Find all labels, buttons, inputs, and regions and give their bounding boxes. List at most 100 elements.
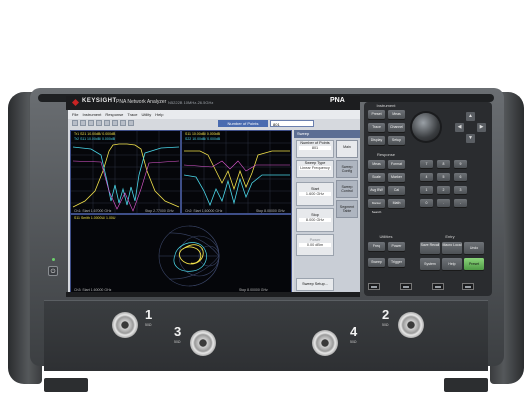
key-setup[interactable]: Setup [388, 136, 405, 145]
arrow-up-icon[interactable]: ▲ [466, 112, 475, 121]
key-marker[interactable]: Marker [388, 173, 405, 182]
key-undo[interactable]: Undo [464, 242, 484, 254]
key-meas[interactable]: Meas [368, 160, 385, 169]
arrow-down-icon[interactable]: ▼ [466, 134, 475, 143]
key-scale[interactable]: Scale [368, 173, 385, 182]
tool-button[interactable] [80, 120, 86, 126]
usb-port[interactable] [432, 283, 444, 290]
group-instrument: Instrument [376, 103, 396, 108]
arrow-left-icon[interactable]: ◀ [455, 123, 464, 132]
softkey-stop[interactable]: Stop 8.000 GHz [296, 208, 334, 232]
key-preset[interactable]: Preset [368, 110, 385, 119]
tool-button[interactable] [96, 120, 102, 126]
port-3-label: 3 [174, 324, 182, 339]
softkey-sweep-type[interactable]: Sweep Type Linear Frequency [296, 160, 334, 178]
key-marker-search[interactable]: Marker Search [368, 199, 385, 214]
key-4[interactable]: 4 [420, 173, 433, 181]
menu-instrument[interactable]: Instrument [82, 112, 101, 117]
menu-response[interactable]: Response [105, 112, 123, 117]
key-format[interactable]: Format [388, 160, 405, 169]
port-1-impedance: 50Ω [145, 323, 152, 327]
key-7[interactable]: 7 [420, 160, 433, 168]
tool-button[interactable] [72, 120, 78, 126]
key-3[interactable]: 3 [454, 186, 467, 194]
key-meas-inst[interactable]: Meas [388, 110, 405, 119]
port-2-impedance: 50Ω [382, 323, 389, 327]
tab-sweep-config[interactable]: Sweep Config [336, 160, 358, 178]
touch-screen[interactable]: File Instrument Response Trace Utility H… [68, 110, 360, 293]
model-number: N5222B 10MHz-26.5GHz [168, 100, 214, 105]
key-display[interactable]: Display [368, 136, 385, 145]
pane3-trace-label[interactable]: S11 Smith 1.0000U/ 1.00U [74, 216, 115, 220]
pane1-graph [71, 131, 180, 213]
pane2-trace-label-2[interactable]: S22 10.00dB/ 0.000dB [185, 137, 220, 141]
key-trigger[interactable]: Trigger [388, 258, 405, 267]
tool-button[interactable] [104, 120, 110, 126]
key-math[interactable]: Math [388, 199, 405, 208]
test-port-3-connector[interactable] [190, 330, 216, 356]
test-port-2-connector[interactable] [398, 312, 424, 338]
tool-button[interactable] [120, 120, 126, 126]
key-sweep[interactable]: Sweep [368, 258, 385, 267]
brand-name: KEYSIGHT [82, 98, 117, 104]
smith-chart [158, 225, 220, 287]
key-9[interactable]: 9 [454, 160, 467, 168]
power-button[interactable]: ⏻ [48, 266, 58, 276]
key-minus[interactable]: - [454, 199, 467, 207]
tab-main[interactable]: Main [336, 140, 358, 158]
menu-help[interactable]: Help [155, 112, 163, 117]
softkey-value: 8.000 GHz [299, 218, 331, 222]
key-power[interactable]: Power [388, 242, 405, 251]
softkey-value: 801 [299, 146, 331, 150]
key-dot[interactable]: . [437, 199, 450, 207]
trace-window-3[interactable]: S11 Smith 1.0000U/ 1.00U Ch3: Start 1.60… [70, 214, 292, 293]
softkey-sweep-setup[interactable]: Sweep Setup... [296, 278, 334, 291]
menu-utility[interactable]: Utility [141, 112, 151, 117]
tab-sweep-control[interactable]: Sweep Control [336, 180, 358, 198]
pane1-trace-label-2[interactable]: Tr2 S11 10.00dB/ 0.000dB [74, 137, 115, 141]
softkey-label: Sweep Type [304, 161, 326, 165]
tool-button[interactable] [112, 120, 118, 126]
key-0[interactable]: 0 [420, 199, 433, 207]
menu-trace[interactable]: Trace [127, 112, 137, 117]
key-system[interactable]: System [420, 258, 440, 270]
key-trace[interactable]: Trace [368, 123, 385, 132]
key-help[interactable]: Help [442, 258, 462, 270]
group-entry: Entry [445, 234, 455, 239]
key-channel[interactable]: Channel [388, 123, 405, 132]
rotary-knob[interactable] [412, 113, 440, 141]
key-freq[interactable]: Freq [368, 242, 385, 251]
test-port-1-connector[interactable] [112, 312, 138, 338]
softkey-value: 1.600 GHz [299, 192, 331, 196]
usb-port[interactable] [462, 283, 474, 290]
softkey-number-of-points[interactable]: Number of Points 801 [296, 140, 334, 158]
usb-port[interactable] [368, 283, 380, 290]
pane2-trace-label[interactable]: S11 10.00dB/ 0.000dB [185, 132, 220, 136]
arrow-right-icon[interactable]: ▶ [477, 123, 486, 132]
key-8[interactable]: 8 [437, 160, 450, 168]
tool-button[interactable] [128, 120, 134, 126]
key-preset-green[interactable]: Preset [464, 258, 484, 270]
key-5[interactable]: 5 [437, 173, 450, 181]
pane1-trace-label[interactable]: Tr1 S21 10.00dB/ 0.000dB [74, 132, 115, 136]
menu-file[interactable]: File [72, 112, 78, 117]
key-6[interactable]: 6 [454, 173, 467, 181]
key-save-recall[interactable]: Save Recall [420, 242, 440, 254]
key-2[interactable]: 2 [437, 186, 450, 194]
key-1[interactable]: 1 [420, 186, 433, 194]
usb-port[interactable] [400, 283, 412, 290]
key-cal[interactable]: Cal [388, 186, 405, 195]
number-of-points-input[interactable]: 801 [270, 120, 314, 127]
tool-button[interactable] [88, 120, 94, 126]
foot-right [444, 378, 488, 392]
softkey-title: Sweep [294, 130, 360, 138]
trace-window-2[interactable]: S11 10.00dB/ 0.000dB S22 10.00dB/ 0.000d… [181, 130, 292, 214]
key-avg-bw[interactable]: Avg BW [368, 186, 385, 195]
key-macro-local[interactable]: Macro Local [442, 242, 462, 254]
tab-segment-table[interactable]: Segment Table [336, 200, 358, 218]
softkey-start[interactable]: Start 1.600 GHz [296, 182, 334, 206]
test-port-4-connector[interactable] [312, 330, 338, 356]
softkey-power[interactable]: Power 0.00 dBm [296, 234, 334, 256]
screen-bezel-bottom [66, 292, 360, 297]
trace-window-1[interactable]: Tr1 S21 10.00dB/ 0.000dB Tr2 S11 10.00dB… [70, 130, 181, 214]
